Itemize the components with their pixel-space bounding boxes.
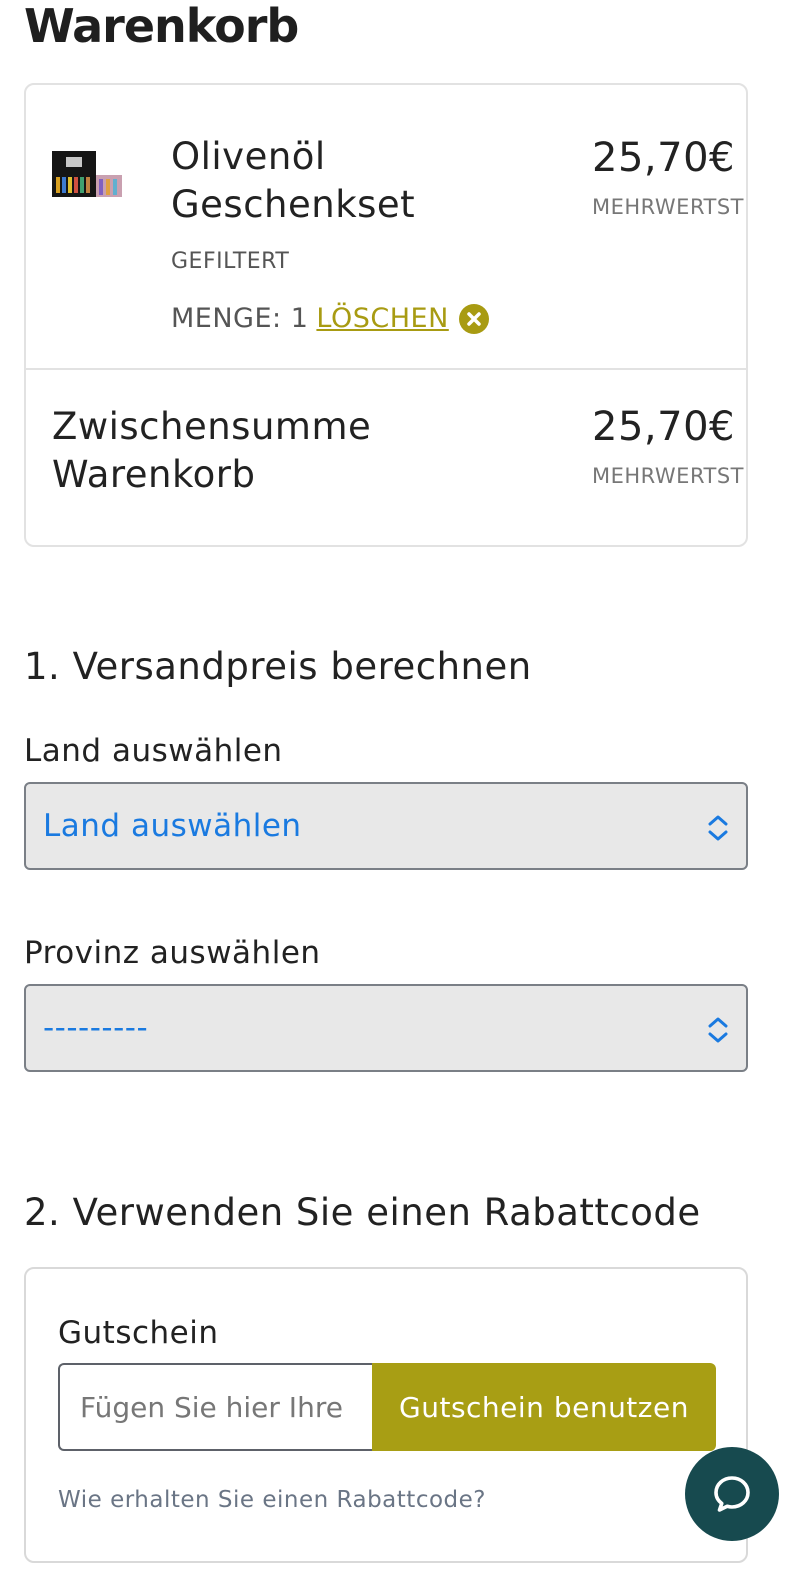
coupon-help-link[interactable]: Wie erhalten Sie einen Rabattcode? xyxy=(58,1487,486,1513)
item-tax-note: MEHRWERTSTEUER INBEGRIFFEN xyxy=(592,195,746,219)
province-label: Provinz auswählen xyxy=(24,935,321,971)
coupon-input[interactable] xyxy=(58,1363,372,1451)
country-label: Land auswählen xyxy=(24,733,283,769)
product-thumbnail[interactable] xyxy=(52,151,124,203)
country-select-value: Land auswählen xyxy=(43,808,302,844)
quantity-label: MENGE: 1 xyxy=(171,303,309,334)
shipping-section-title: 1. Versandpreis berechnen xyxy=(24,645,532,688)
subtotal-price: 25,70€ xyxy=(592,404,735,450)
quantity-row: MENGE: 1 LÖSCHEN xyxy=(171,303,489,334)
chat-button[interactable] xyxy=(685,1447,779,1541)
product-name[interactable]: Olivenöl Geschenkset xyxy=(171,133,451,229)
divider xyxy=(26,368,746,370)
remove-circle-icon[interactable] xyxy=(458,303,489,334)
apply-coupon-button[interactable]: Gutschein benutzen xyxy=(372,1363,716,1451)
country-select[interactable]: Land auswählen xyxy=(24,782,748,870)
coupon-label: Gutschein xyxy=(58,1315,219,1351)
product-variant: GEFILTERT xyxy=(171,249,290,274)
province-select[interactable]: --------- xyxy=(24,984,748,1072)
coupon-section-title: 2. Verwenden Sie einen Rabattcode xyxy=(24,1191,701,1234)
subtotal-tax-note: MEHRWERTSTEUER INBEGRIFFEN xyxy=(592,464,746,488)
chat-bubble-icon xyxy=(714,1476,750,1512)
delete-link[interactable]: LÖSCHEN xyxy=(316,303,448,334)
coupon-card: Gutschein Gutschein benutzen Wie erhalte… xyxy=(24,1267,748,1563)
item-price: 25,70€ xyxy=(592,135,735,181)
cart-summary-card: Olivenöl Geschenkset GEFILTERT MENGE: 1 … xyxy=(24,83,748,547)
chevron-up-down-icon xyxy=(708,815,728,841)
chevron-up-down-icon xyxy=(708,1017,728,1043)
page-title: Warenkorb xyxy=(24,0,299,53)
subtotal-label: Zwischensumme Warenkorb xyxy=(52,405,372,496)
province-select-value: --------- xyxy=(43,1010,149,1046)
